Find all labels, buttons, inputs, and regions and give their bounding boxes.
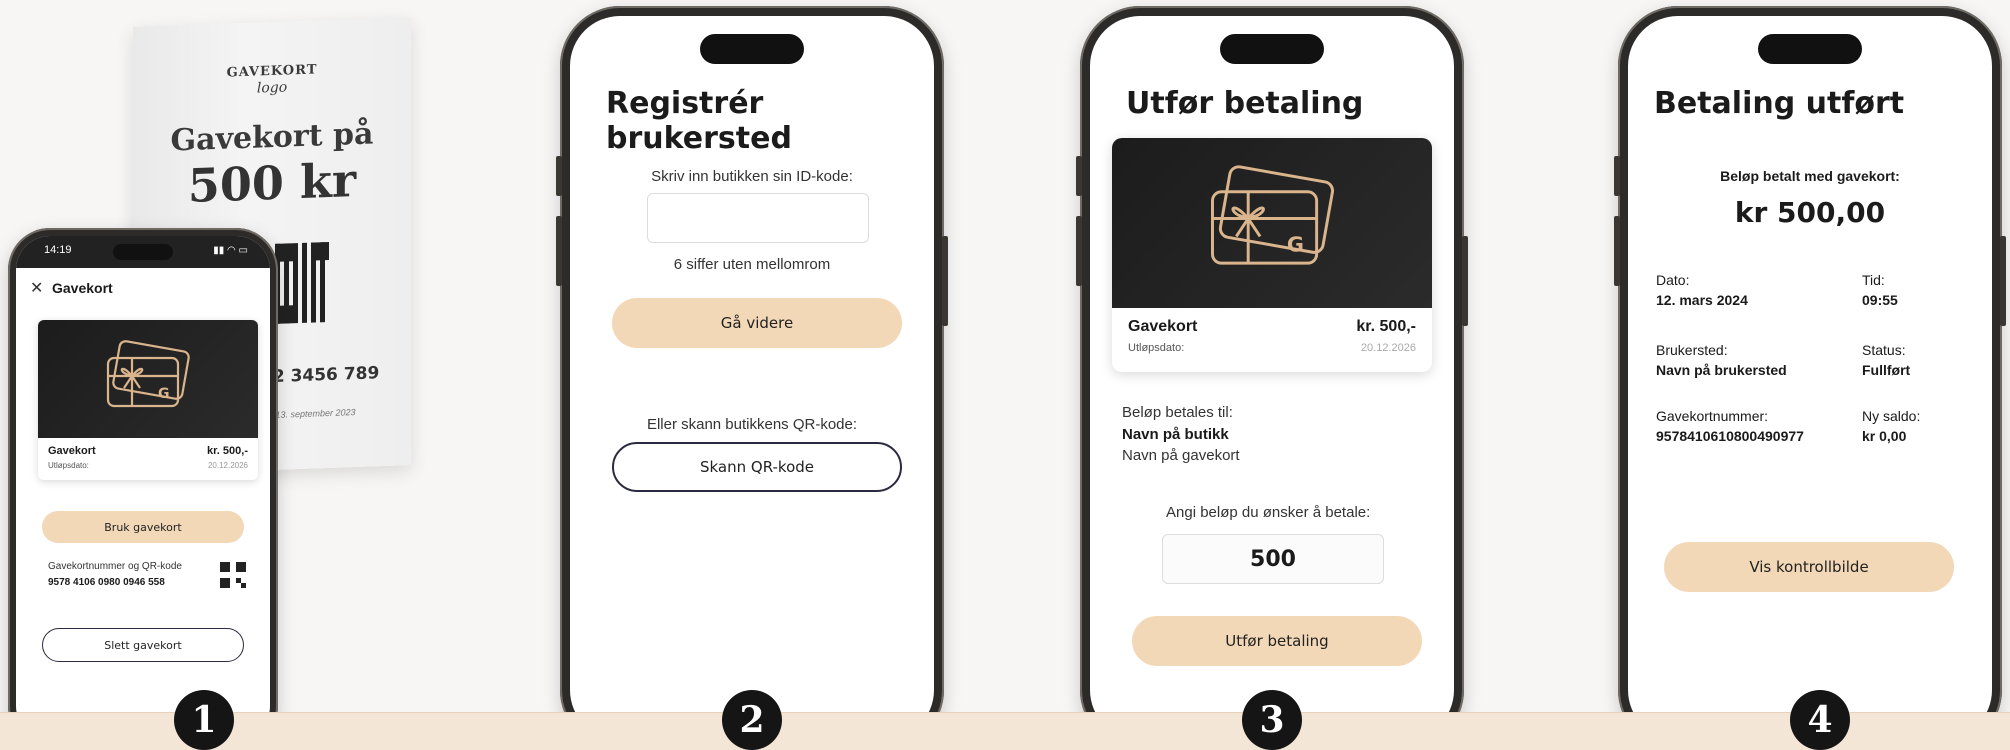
amount-prompt: Angi beløp du ønsker å betale: bbox=[1166, 504, 1371, 521]
qr-code-icon[interactable] bbox=[220, 562, 246, 588]
store-id-prompt: Skriv inn butikken sin ID-kode: bbox=[651, 168, 853, 185]
card-number-label: Gavekortnummer og QR-kode bbox=[48, 561, 182, 572]
use-giftcard-button[interactable]: Bruk gavekort bbox=[42, 511, 244, 543]
phone-4: Betaling utført Beløp betalt med gavekor… bbox=[1614, 6, 2006, 750]
status-icons: ▮▮ ◠ ▭ bbox=[213, 245, 248, 256]
store-id-input[interactable] bbox=[647, 193, 869, 243]
paid-to-label: Beløp betales til: bbox=[1122, 404, 1233, 421]
gift-card-icon: G bbox=[106, 340, 190, 408]
time-label: Tid: bbox=[1862, 272, 1885, 288]
gift-card[interactable]: G Gavekort kr. 500,- Utløpsdato: 20.12.2… bbox=[38, 320, 258, 480]
phone-2: Registrér brukersted Skriv inn butikken … bbox=[556, 6, 948, 750]
expiry-label: Utløpsdato: bbox=[48, 461, 89, 470]
scan-qr-button[interactable]: Skann QR-kode bbox=[612, 442, 902, 492]
header-title: Gavekort bbox=[52, 280, 113, 296]
card-amount: kr. 500,- bbox=[207, 445, 248, 457]
close-icon[interactable]: ✕ bbox=[30, 278, 43, 298]
svg-text:G: G bbox=[158, 386, 170, 402]
time-value: 09:55 bbox=[1862, 292, 1898, 308]
paid-amount-label: Beløp betalt med gavekort: bbox=[1720, 168, 1900, 184]
page-title: Registrér brukersted bbox=[606, 86, 792, 156]
giftcard-name: Navn på gavekort bbox=[1122, 447, 1240, 464]
continue-button[interactable]: Gå videre bbox=[612, 298, 902, 348]
leaflet-qr-code bbox=[275, 242, 329, 324]
leaflet-code: 12 3456 789 bbox=[261, 363, 380, 388]
status-label: Status: bbox=[1862, 342, 1906, 358]
store-id-hint: 6 siffer uten mellomrom bbox=[673, 256, 831, 273]
bottom-band bbox=[0, 712, 2010, 750]
card-number-label: Gavekortnummer: bbox=[1656, 408, 1769, 424]
card-number-value: 9578410610800490977 bbox=[1656, 428, 1804, 444]
phone-3: Utfør betaling G Gavekort kr. 500,- Utlø… bbox=[1076, 6, 1468, 750]
svg-text:G: G bbox=[1287, 232, 1304, 256]
status-value: Fullført bbox=[1862, 362, 1911, 378]
balance-label: Ny saldo: bbox=[1862, 408, 1921, 424]
gift-card[interactable]: G Gavekort kr. 500,- Utløpsdato: 20.12.2… bbox=[1112, 138, 1432, 372]
date-label: Dato: bbox=[1656, 272, 1690, 288]
phone-1: 14:19 ▮▮ ◠ ▭ ✕ Gavekort G Gavekort kr. 5… bbox=[8, 228, 278, 748]
place-label: Brukersted: bbox=[1656, 342, 1728, 358]
step-badge-4: 4 bbox=[1790, 690, 1850, 750]
place-value: Navn på brukersted bbox=[1656, 362, 1787, 378]
date-value: 12. mars 2024 bbox=[1656, 292, 1748, 308]
paid-amount: kr 500,00 bbox=[1734, 196, 1886, 229]
page-title: Betaling utført bbox=[1654, 86, 1905, 121]
leaflet-title-line2: 500 kr bbox=[187, 153, 357, 213]
step-badge-2: 2 bbox=[722, 690, 782, 750]
pay-button[interactable]: Utfør betaling bbox=[1132, 616, 1422, 666]
store-name: Navn på butikk bbox=[1122, 426, 1229, 443]
gift-card-icon: G bbox=[1211, 165, 1335, 265]
status-time: 14:19 bbox=[44, 244, 72, 256]
expiry-date: 20.12.2026 bbox=[1360, 342, 1416, 354]
show-control-image-button[interactable]: Vis kontrollbilde bbox=[1664, 542, 1954, 592]
amount-input[interactable] bbox=[1162, 534, 1384, 584]
scan-prompt: Eller skann butikkens QR-kode: bbox=[646, 416, 858, 433]
page-title: Utfør betaling bbox=[1126, 86, 1364, 121]
delete-giftcard-button[interactable]: Slett gavekort bbox=[42, 628, 244, 662]
card-amount: kr. 500,- bbox=[1356, 318, 1416, 335]
step-badge-1: 1 bbox=[174, 690, 234, 750]
card-name: Gavekort bbox=[48, 445, 96, 457]
card-name: Gavekort bbox=[1128, 318, 1198, 335]
step-badge-3: 3 bbox=[1242, 690, 1302, 750]
balance-value: kr 0,00 bbox=[1862, 428, 1907, 444]
card-number-value: 9578 4106 0980 0946 558 bbox=[48, 577, 165, 588]
expiry-label: Utløpsdato: bbox=[1128, 342, 1185, 354]
expiry-date: 20.12.2026 bbox=[207, 461, 248, 470]
